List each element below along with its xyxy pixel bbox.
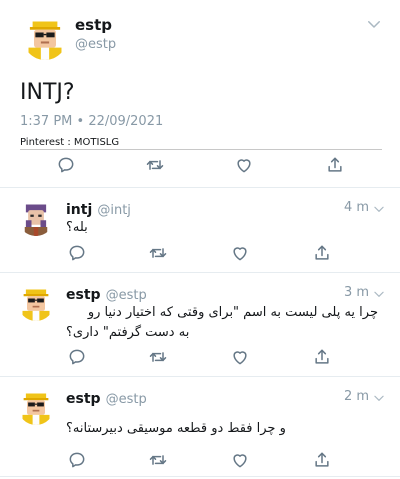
chevron-down-icon[interactable] bbox=[365, 15, 383, 33]
reply-icon[interactable] bbox=[56, 155, 76, 175]
chevron-down-icon[interactable] bbox=[372, 202, 386, 216]
divider bbox=[0, 376, 400, 377]
tweet-text: INTJ? bbox=[20, 80, 75, 105]
reply-time[interactable]: 2 m bbox=[344, 389, 369, 404]
share-icon[interactable] bbox=[312, 347, 332, 367]
author-handle[interactable]: @estp bbox=[75, 37, 116, 52]
avatar-estp[interactable] bbox=[23, 16, 67, 60]
retweet-icon[interactable] bbox=[148, 243, 168, 263]
avatar-estp[interactable] bbox=[18, 389, 54, 425]
reply-text-line: به دست گرفتم" داری؟ bbox=[66, 325, 190, 340]
reply-text: و چرا فقط دو قطعه موسیقی دبیرستانه؟ bbox=[66, 421, 286, 436]
reply-header: intj @intj bbox=[66, 199, 131, 218]
author-name[interactable]: estp bbox=[66, 287, 101, 303]
chevron-down-icon[interactable] bbox=[372, 391, 386, 405]
author-handle[interactable]: @estp bbox=[106, 392, 147, 407]
like-icon[interactable] bbox=[230, 450, 250, 470]
reply-header: estp @estp bbox=[66, 388, 147, 407]
avatar-image bbox=[18, 389, 54, 425]
tweet-timestamp[interactable]: 1:37 PM • 22/09/2021 bbox=[20, 114, 163, 129]
author-handle[interactable]: @intj bbox=[97, 203, 131, 218]
divider bbox=[0, 187, 400, 188]
author-name[interactable]: estp bbox=[75, 16, 112, 34]
retweet-icon[interactable] bbox=[148, 450, 168, 470]
like-icon[interactable] bbox=[234, 155, 254, 175]
share-icon[interactable] bbox=[312, 450, 332, 470]
author-name[interactable]: estp bbox=[66, 391, 101, 407]
reply-text: بله؟ bbox=[66, 220, 88, 235]
share-icon[interactable] bbox=[325, 155, 345, 175]
avatar-image bbox=[18, 285, 54, 321]
watermark-underline bbox=[20, 149, 382, 150]
reply-text-line: چرا یه پلی لیست به اسم "برای وقتی که اخت… bbox=[87, 305, 378, 320]
chevron-down-icon[interactable] bbox=[372, 287, 386, 301]
like-icon[interactable] bbox=[230, 347, 250, 367]
author-handle[interactable]: @estp bbox=[106, 288, 147, 303]
author-name[interactable]: intj bbox=[66, 202, 92, 218]
avatar-estp[interactable] bbox=[18, 285, 54, 321]
reply-time[interactable]: 4 m bbox=[344, 200, 369, 215]
reply-header: estp @estp bbox=[66, 284, 147, 303]
avatar-intj[interactable] bbox=[18, 200, 54, 236]
divider bbox=[0, 476, 400, 477]
avatar-image bbox=[18, 200, 54, 236]
reply-icon[interactable] bbox=[67, 347, 87, 367]
share-icon[interactable] bbox=[312, 243, 332, 263]
divider bbox=[0, 272, 400, 273]
watermark: Pinterest : MOTISLG bbox=[20, 137, 120, 148]
avatar-image bbox=[23, 16, 67, 60]
like-icon[interactable] bbox=[230, 243, 250, 263]
retweet-icon[interactable] bbox=[145, 155, 165, 175]
retweet-icon[interactable] bbox=[148, 347, 168, 367]
reply-time[interactable]: 3 m bbox=[344, 285, 369, 300]
reply-icon[interactable] bbox=[67, 450, 87, 470]
reply-icon[interactable] bbox=[67, 243, 87, 263]
